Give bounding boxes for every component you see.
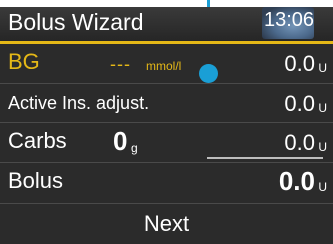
bg-row[interactable]: BG --- mmol/l 0.0 U [0,44,333,84]
bolus-amount: 0.0 [278,166,315,196]
active-insulin-row[interactable]: Active Ins. adjust. 0.0 U [0,84,333,123]
carbs-unit: g [131,141,138,155]
carbs-row[interactable]: Carbs 0 g 0.0 U [0,123,333,163]
active-insulin-label: Active Ins. adjust. [8,93,150,113]
bg-amount-unit: U [318,61,327,75]
screen-title: Bolus Wizard [8,9,144,35]
time-display: 13:06 [264,9,315,31]
header-bar: Bolus Wizard 13:06 [0,7,333,44]
carbs-value: 0 [113,126,128,156]
bg-value: --- [110,54,131,74]
bolus-amount-unit: U [318,180,327,194]
carbs-label: Carbs [8,128,67,153]
carbs-amount-unit: U [318,140,327,154]
carbs-amount-underline [207,157,323,159]
bg-label: BG [8,49,40,74]
bg-unit: mmol/l [146,59,182,73]
next-button-label: Next [143,211,190,236]
bolus-row[interactable]: Bolus 0.0 U [0,163,333,204]
bg-amount: 0.0 [284,51,315,76]
next-button[interactable]: Next [0,204,333,244]
carbs-amount: 0.0 [284,130,315,155]
pump-screen: Bolus Wizard 13:06 BG --- mmol/l 0.0 U A… [0,7,333,244]
active-insulin-unit: U [318,101,327,115]
active-insulin-amount: 0.0 [284,91,315,116]
bolus-label: Bolus [8,168,64,193]
callout-dot [199,64,218,83]
